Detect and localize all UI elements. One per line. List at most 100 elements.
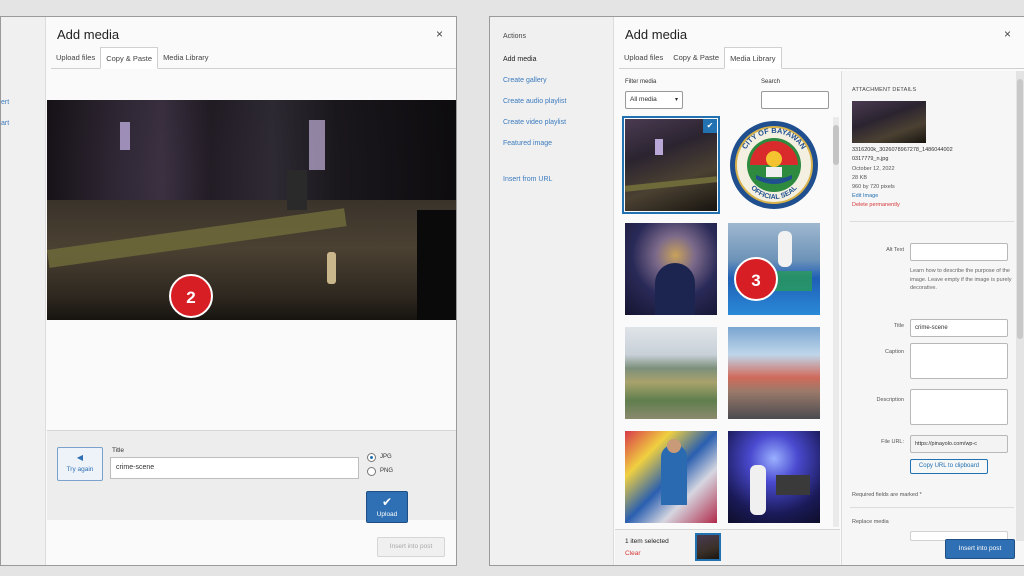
scene-road	[47, 200, 456, 320]
radio-png-label: PNG	[380, 468, 394, 474]
tab-upload-files[interactable]: Upload files	[51, 47, 100, 69]
edit-image-link[interactable]: Edit Image	[852, 193, 878, 199]
details-size: 28 KB	[852, 175, 867, 181]
alt-text-label: Alt Text	[886, 247, 904, 253]
left-sidebar: ert art	[1, 17, 46, 565]
description-label: Description	[876, 397, 904, 403]
insert-into-post-button[interactable]: Insert into post	[945, 539, 1015, 559]
tab-copy-paste[interactable]: Copy & Paste	[668, 47, 724, 69]
scene-figure	[327, 252, 336, 284]
sidebar-item-create-gallery[interactable]: Create gallery	[503, 77, 547, 84]
left-add-media-dialog: ert art Add media × Upload files Copy & P…	[0, 16, 457, 566]
filter-media-select[interactable]: All media ▾	[625, 91, 683, 109]
sidebar-item-insert-url[interactable]: Insert from URL	[503, 176, 552, 183]
media-thumbnail-meeting[interactable]: 3	[728, 223, 820, 315]
media-thumbnail-stage[interactable]	[728, 431, 820, 523]
step-badge: 3	[734, 257, 778, 301]
try-again-label: Try again	[66, 466, 94, 473]
details-preview-image	[852, 101, 926, 143]
tab-media-library[interactable]: Media Library	[724, 47, 782, 69]
radio-jpg[interactable]	[367, 453, 376, 462]
replace-media-heading: Replace media	[852, 519, 889, 525]
search-input[interactable]	[761, 91, 829, 109]
right-add-media-dialog: Actions Add media Create gallery Create …	[489, 16, 1024, 566]
left-main: Add media × Upload files Copy & Paste Medi…	[47, 17, 456, 565]
details-heading: ATTACHMENT DETAILS	[852, 87, 917, 93]
title-field-input[interactable]: crime-scene	[910, 319, 1008, 337]
media-thumbnail-landscape[interactable]	[625, 327, 717, 419]
step-badge: 2	[169, 274, 213, 318]
check-icon[interactable]: ✔	[703, 119, 717, 133]
radio-png[interactable]	[367, 467, 376, 476]
speaker-icon: ◀	[76, 453, 84, 462]
copy-url-button[interactable]: Copy URL to clipboard	[910, 459, 988, 474]
file-url-label: File URL:	[881, 439, 904, 445]
media-thumbnail-person-night[interactable]	[625, 223, 717, 315]
left-sidebar-item[interactable]: art	[1, 120, 9, 127]
file-url-input[interactable]: https://pinayolo.com/wp-c	[910, 435, 1008, 453]
upload-bar: ◀ Try again Title crime-scene JPG PNG ✔ …	[47, 430, 456, 523]
tab-bar: Upload files Copy & Paste Media Library	[619, 47, 1024, 69]
scene-light	[309, 120, 325, 170]
sidebar-item-video-playlist[interactable]: Create video playlist	[503, 119, 566, 126]
radio-jpg-label: JPG	[380, 454, 392, 460]
grid-scrollbar[interactable]	[833, 117, 839, 527]
description-textarea[interactable]	[910, 389, 1008, 425]
media-thumbnail-speaker[interactable]	[625, 431, 717, 523]
scrollbar-thumb[interactable]	[1017, 79, 1023, 339]
details-scrollbar[interactable]	[1016, 71, 1024, 541]
caption-textarea[interactable]	[910, 343, 1008, 379]
scrollbar-thumb[interactable]	[833, 125, 839, 165]
selected-thumbnail[interactable]	[695, 533, 721, 561]
delete-permanently-link[interactable]: Delete permanently	[852, 202, 900, 208]
thumb-person	[750, 465, 766, 515]
details-filename: 3316200k_3026078967278_1486044002	[852, 147, 953, 153]
divider	[850, 221, 1014, 222]
dialog-title: Add media	[625, 27, 688, 42]
thumb-light	[655, 139, 663, 155]
upload-button-label: Upload	[376, 511, 398, 518]
tab-upload-files[interactable]: Upload files	[619, 47, 668, 69]
try-again-button[interactable]: ◀ Try again	[57, 447, 103, 481]
dialog-title: Add media	[57, 27, 120, 42]
title-input[interactable]: crime-scene	[110, 457, 359, 479]
seal-graphic: CITY OF BAYAWAN OFFICIAL SEAL	[730, 121, 818, 209]
alt-text-input[interactable]	[910, 243, 1008, 261]
sidebar-item-featured-image[interactable]: Featured image	[503, 140, 552, 147]
thumb-person	[655, 263, 695, 315]
sidebar-header: Actions	[503, 33, 526, 40]
upload-button[interactable]: ✔ Upload	[366, 491, 408, 523]
details-filename: 0317779_n.jpg	[852, 156, 889, 162]
media-grid: ✔ CITY OF BAYAWAN OFFICIAL SEAL 3	[615, 115, 840, 527]
chevron-down-icon: ▾	[674, 97, 678, 103]
media-thumbnail-gathering[interactable]	[728, 327, 820, 419]
pasted-image-preview: 2	[47, 100, 456, 320]
sidebar-item-add-media[interactable]: Add media	[503, 56, 536, 63]
close-icon[interactable]: ×	[436, 27, 443, 41]
alt-text-help: Learn how to describe the purpose of the…	[910, 268, 1012, 291]
media-library-main: Add media × Upload files Copy & Paste Medi…	[615, 17, 1024, 565]
sidebar-item-audio-playlist[interactable]: Create audio playlist	[503, 98, 566, 105]
title-field-label: Title	[893, 323, 904, 329]
required-fields-note: Required fields are marked *	[852, 492, 922, 498]
thumb-head	[667, 439, 681, 453]
left-sidebar-item[interactable]: ert	[1, 99, 9, 106]
attachment-details: ATTACHMENT DETAILS 3316200k_302607896727…	[841, 71, 1024, 565]
thumb-equipment	[776, 475, 810, 495]
clear-selection-link[interactable]: Clear	[625, 550, 641, 557]
actions-sidebar: Actions Add media Create gallery Create …	[490, 17, 614, 565]
close-icon[interactable]: ×	[1004, 27, 1011, 41]
tab-copy-paste[interactable]: Copy & Paste	[100, 47, 159, 69]
filter-media-label: Filter media	[625, 79, 657, 85]
thumb-person	[778, 231, 792, 267]
scene-door	[287, 170, 307, 210]
checkmark-icon: ✔	[381, 495, 393, 509]
media-thumbnail-seal[interactable]: CITY OF BAYAWAN OFFICIAL SEAL	[728, 119, 820, 211]
insert-into-post-button[interactable]: Insert into post	[377, 537, 445, 557]
media-thumbnail-crime-scene[interactable]: ✔	[622, 116, 720, 214]
tab-media-library[interactable]: Media Library	[158, 47, 213, 69]
selection-count: 1 item selected	[625, 538, 669, 545]
tab-bar: Upload files Copy & Paste Media Library	[51, 47, 456, 69]
title-label: Title	[112, 447, 125, 454]
thumb-person	[661, 445, 687, 505]
